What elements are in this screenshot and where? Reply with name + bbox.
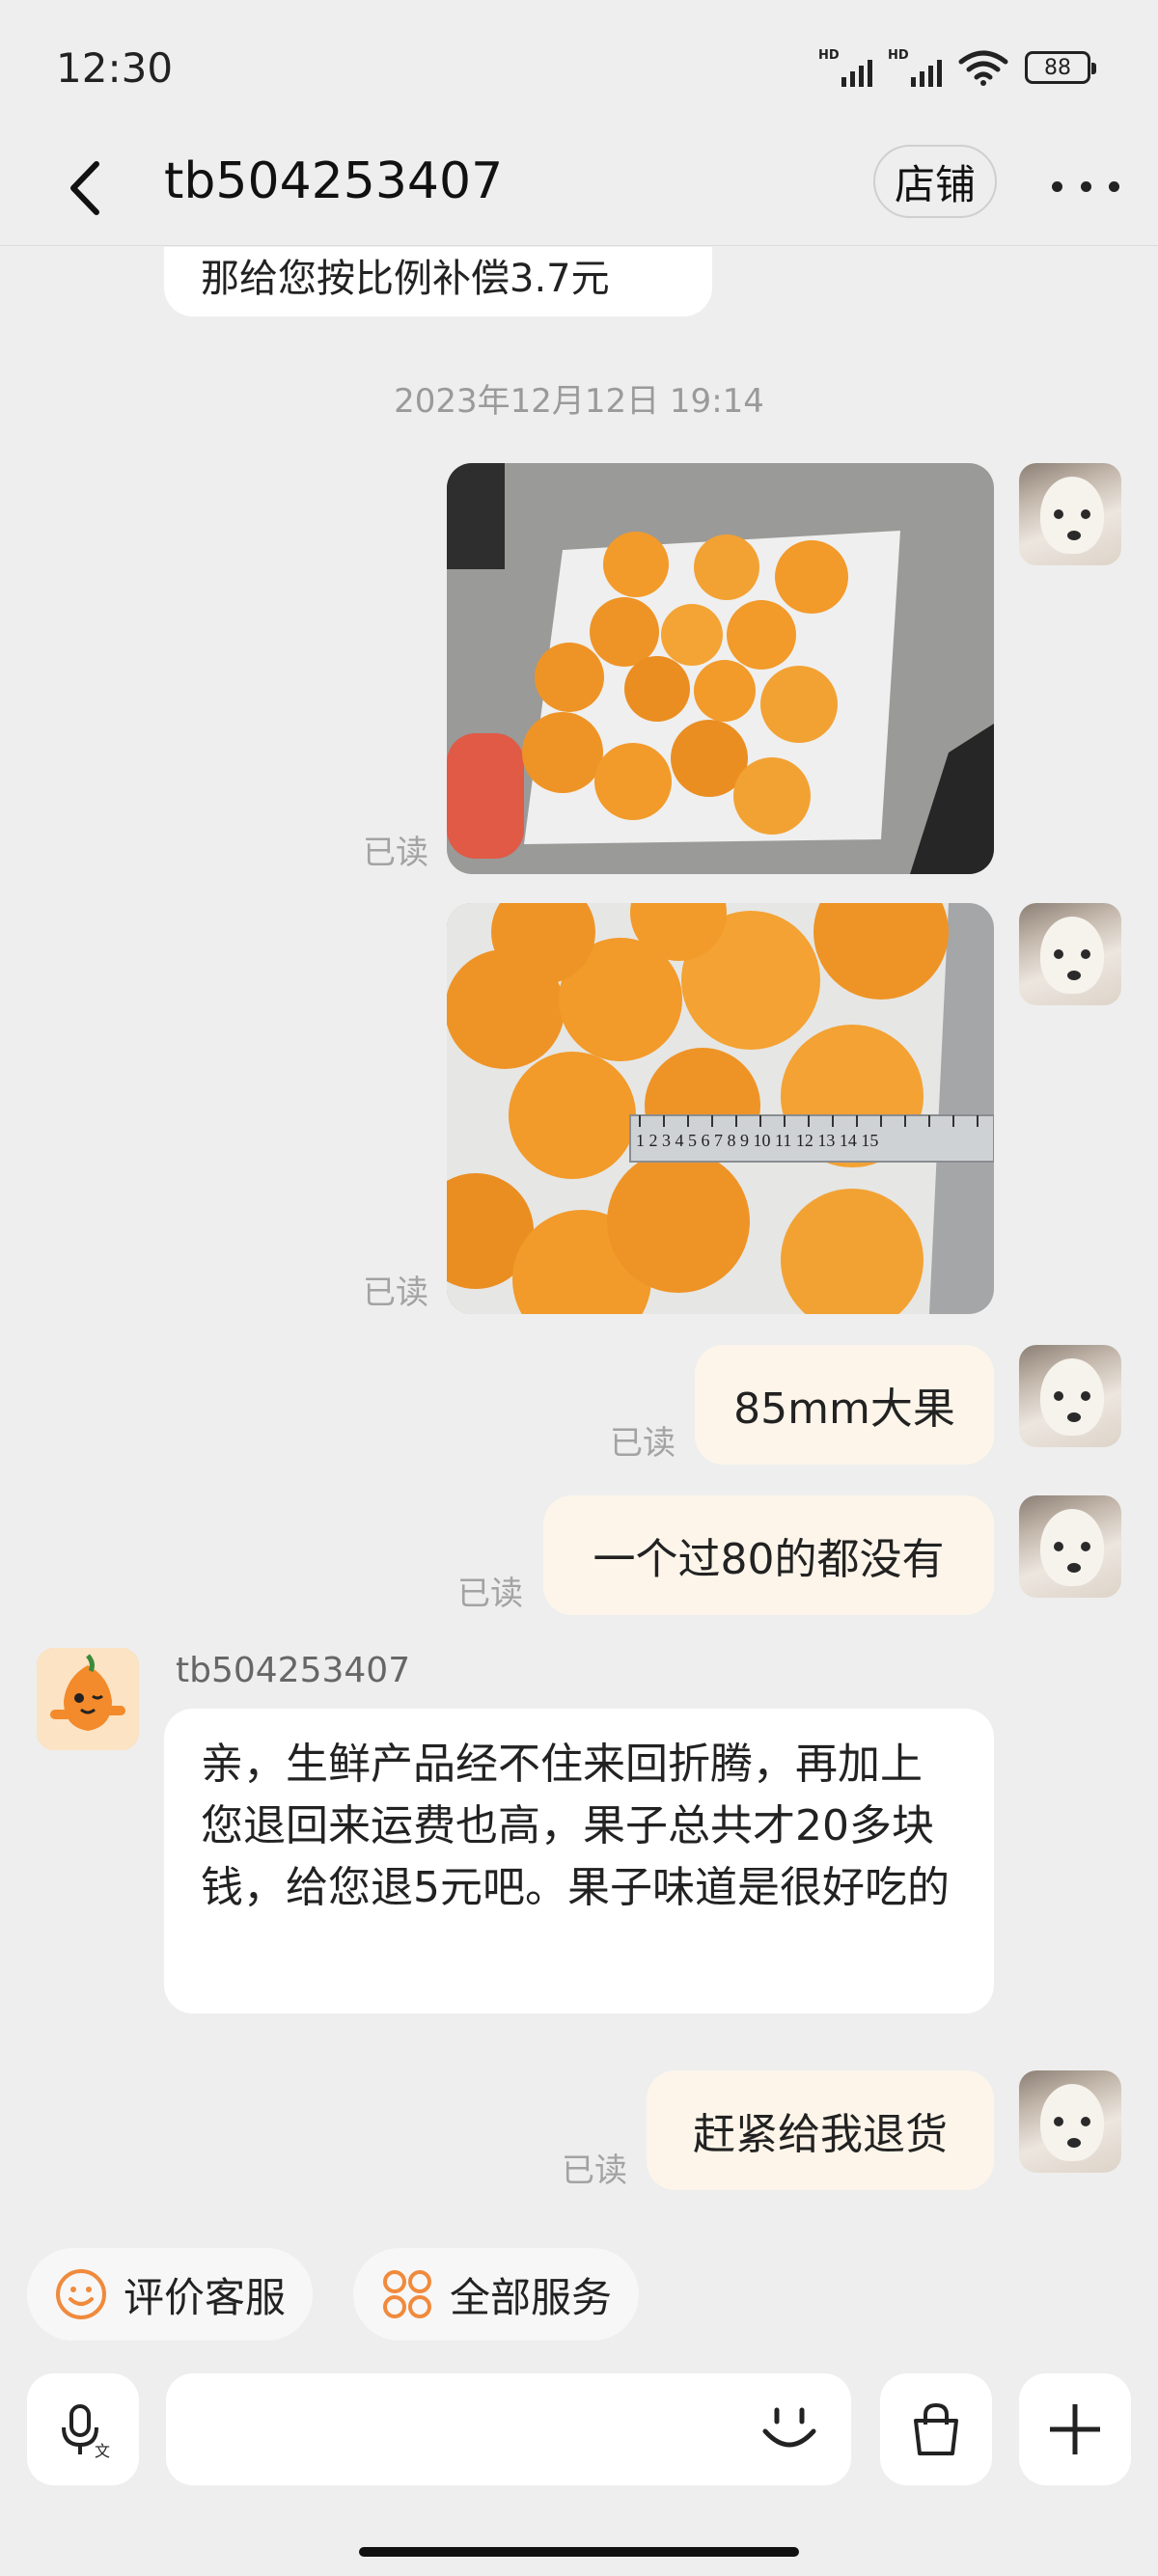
grid-icon — [383, 2270, 431, 2318]
shop-avatar[interactable] — [37, 1648, 139, 1750]
dot-icon — [1052, 180, 1062, 192]
hd-label-2: HD — [888, 48, 909, 63]
wifi-icon — [958, 50, 1008, 86]
message-timestamp: 2023年12月12日 19:14 — [394, 382, 764, 421]
ruler-scale-text: 1 2 3 4 5 6 7 8 9 10 11 12 13 14 15 — [636, 1131, 878, 1150]
all-services-button[interactable]: 全部服务 — [353, 2248, 640, 2341]
chevron-left-icon — [70, 161, 99, 215]
more-options-button[interactable] — [1052, 162, 1119, 210]
my-avatar[interactable] — [1019, 1495, 1121, 1598]
back-button[interactable] — [58, 154, 116, 222]
my-message-bubble[interactable]: 赶紧给我退货 — [647, 2070, 994, 2190]
rate-service-label: 评价客服 — [124, 2273, 287, 2321]
oranges-on-tray-image — [447, 463, 994, 874]
battery-level: 88 — [1044, 55, 1071, 80]
plus-icon — [1050, 2404, 1100, 2454]
shop-message-bubble[interactable]: 亲，生鲜产品经不住来回折腾，再加上您退回来运费也高，果子总共才20多块钱，给您退… — [164, 1709, 994, 2014]
my-avatar[interactable] — [1019, 1345, 1121, 1447]
svg-text:文: 文 — [95, 2442, 110, 2458]
message-text: 一个过80的都没有 — [593, 1535, 945, 1584]
read-status: 已读 — [363, 1274, 428, 1312]
my-message-bubble[interactable]: 一个过80的都没有 — [543, 1495, 994, 1615]
shop-button[interactable]: 店铺 — [873, 145, 997, 218]
home-indicator[interactable] — [359, 2547, 799, 2557]
hd-label: HD — [818, 48, 840, 63]
sender-name: tb504253407 — [176, 1651, 411, 1690]
my-avatar[interactable] — [1019, 2070, 1121, 2173]
cellular-signal-icon-2: HD — [888, 48, 942, 87]
shopping-bag-icon — [914, 2402, 958, 2455]
quick-actions: 评价客服 全部服务 — [0, 2248, 1158, 2344]
message-text: 85mm大果 — [733, 1384, 955, 1434]
smile-icon — [56, 2269, 106, 2319]
status-time: 12:30 — [56, 44, 174, 92]
shop-message-bubble-previous: 那给您按比例补偿3.7元 — [164, 247, 712, 316]
input-bar: 文 — [0, 2373, 1158, 2489]
emoji-button[interactable] — [748, 2385, 831, 2468]
message-text: 赶紧给我退货 — [693, 2110, 948, 2159]
rate-service-button[interactable]: 评价客服 — [27, 2248, 314, 2341]
status-icons: HD HD 88 — [818, 48, 1096, 87]
read-status: 已读 — [610, 1424, 676, 1463]
oranges-with-ruler-image: 1 2 3 4 5 6 7 8 9 10 11 12 13 14 15 — [447, 903, 994, 1314]
chat-header: tb504253407 店铺 — [0, 135, 1158, 246]
photo-message-oranges-ruler[interactable]: 1 2 3 4 5 6 7 8 9 10 11 12 13 14 15 — [447, 903, 994, 1314]
battery-icon: 88 — [1025, 51, 1096, 84]
dot-icon — [1109, 180, 1119, 192]
my-message-bubble[interactable]: 85mm大果 — [695, 1345, 994, 1465]
emoji-icon — [762, 2407, 816, 2448]
dot-icon — [1080, 180, 1091, 192]
microphone-icon: 文 — [62, 2404, 110, 2458]
message-text: 亲，生鲜产品经不住来回折腾，再加上您退回来运费也高，果子总共才20多块钱，给您退… — [201, 1740, 950, 1912]
chat-messages[interactable]: 那给您按比例补偿3.7元 2023年12月12日 19:14 已读 已读 1 2… — [0, 247, 1158, 2225]
status-bar: 12:30 HD HD 88 — [0, 0, 1158, 135]
read-status: 已读 — [562, 2151, 627, 2190]
message-text: 那给您按比例补偿3.7元 — [201, 257, 610, 301]
voice-input-button[interactable]: 文 — [27, 2373, 139, 2485]
cellular-signal-icon: HD — [818, 48, 872, 87]
mascot-icon — [37, 1648, 139, 1750]
my-avatar[interactable] — [1019, 463, 1121, 565]
chat-title: tb504253407 — [164, 152, 504, 210]
all-services-label: 全部服务 — [450, 2273, 613, 2321]
read-status: 已读 — [457, 1575, 523, 1613]
photo-message-oranges-tray[interactable] — [447, 463, 994, 874]
my-avatar[interactable] — [1019, 903, 1121, 1005]
shopping-bag-button[interactable] — [880, 2373, 992, 2485]
add-button[interactable] — [1019, 2373, 1131, 2485]
read-status: 已读 — [363, 834, 428, 872]
